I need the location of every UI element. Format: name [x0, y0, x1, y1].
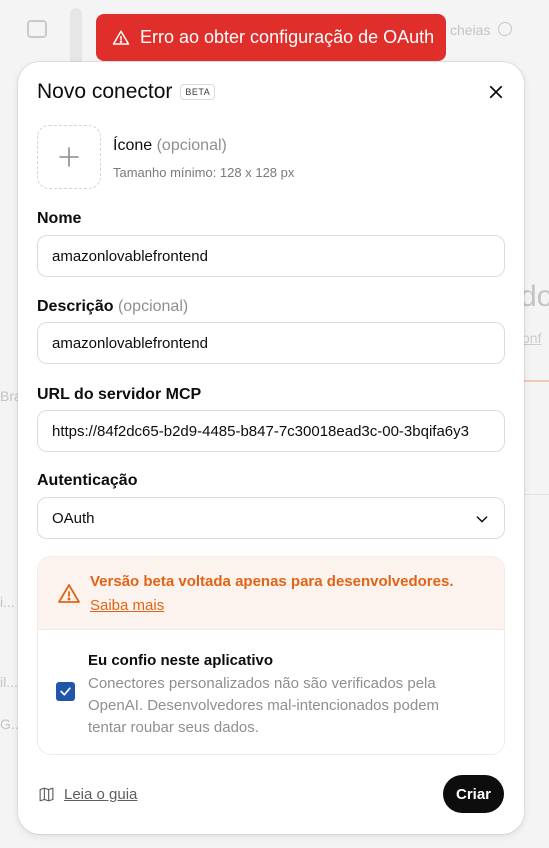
mcp-url-input[interactable]: https://84f2dc65-b2d9-4485-b847-7c30018e… — [37, 410, 505, 452]
toast-message: Erro ao obter configuração de OAuth — [140, 27, 435, 47]
icon-size-hint: Tamanho mínimo: 128 x 128 px — [113, 165, 295, 180]
background-divider — [522, 380, 549, 382]
beta-warning-panel: Versão beta voltada apenas para desenvol… — [37, 556, 505, 755]
optional-tag: (opcional) — [117, 298, 189, 315]
background-heading: do — [520, 280, 549, 313]
description-label-text: Descrição — [37, 298, 114, 315]
description-input[interactable]: amazonlovablefrontend — [37, 322, 505, 364]
close-icon — [489, 85, 503, 99]
background-link: onf — [522, 330, 542, 346]
background-divider — [522, 494, 549, 495]
dialog-title: Novo conector — [37, 80, 173, 103]
icon-label-text: Ícone — [113, 137, 153, 154]
sidebar-toggle-icon — [27, 20, 47, 38]
auth-label: Autenticação — [37, 472, 138, 489]
trust-app-row: Eu confio neste aplicativo Conectores pe… — [38, 630, 504, 754]
description-label: Descrição (opcional) — [37, 298, 188, 316]
name-input[interactable]: amazonlovablefrontend — [37, 235, 505, 277]
trust-app-checkbox[interactable] — [56, 682, 75, 701]
beta-warning-banner: Versão beta voltada apenas para desenvol… — [38, 557, 504, 630]
auth-selected-value: OAuth — [52, 509, 95, 527]
icon-upload-button[interactable] — [37, 125, 101, 189]
read-guide-label: Leia o guia — [64, 786, 138, 803]
trust-app-description: Conectores personalizados não são verifi… — [88, 675, 440, 736]
background-scrollbar — [70, 8, 82, 68]
beta-badge: BETA — [180, 84, 216, 100]
name-label: Nome — [37, 210, 82, 227]
chevron-down-icon — [476, 516, 488, 523]
book-icon — [39, 787, 54, 802]
new-connector-dialog: Novo conector BETA Ícone (opcional) Tama… — [18, 62, 524, 834]
background-text: i... — [0, 594, 15, 610]
plus-icon — [59, 147, 79, 167]
info-icon — [498, 22, 512, 36]
optional-tag: (opcional) — [156, 137, 227, 154]
icon-field-label: Ícone (opcional) — [113, 137, 227, 155]
dialog-header: Novo conector BETA — [37, 80, 216, 104]
checkmark-icon — [60, 687, 71, 696]
warning-triangle-icon — [58, 584, 80, 603]
warning-triangle-icon — [112, 30, 130, 45]
close-button[interactable] — [484, 80, 508, 104]
beta-warning-text: Versão beta voltada apenas para desenvol… — [90, 573, 454, 590]
learn-more-link[interactable]: Saiba mais — [90, 597, 164, 614]
background-text: cheias — [450, 22, 491, 38]
auth-select[interactable]: OAuth — [37, 497, 505, 539]
error-toast: Erro ao obter configuração de OAuth — [96, 14, 446, 61]
create-button[interactable]: Criar — [443, 775, 504, 813]
mcp-url-label: URL do servidor MCP — [37, 386, 202, 403]
trust-app-title: Eu confio neste aplicativo — [88, 652, 274, 669]
read-guide-link[interactable]: Leia o guia — [38, 786, 137, 803]
background-text: il... — [0, 674, 18, 690]
